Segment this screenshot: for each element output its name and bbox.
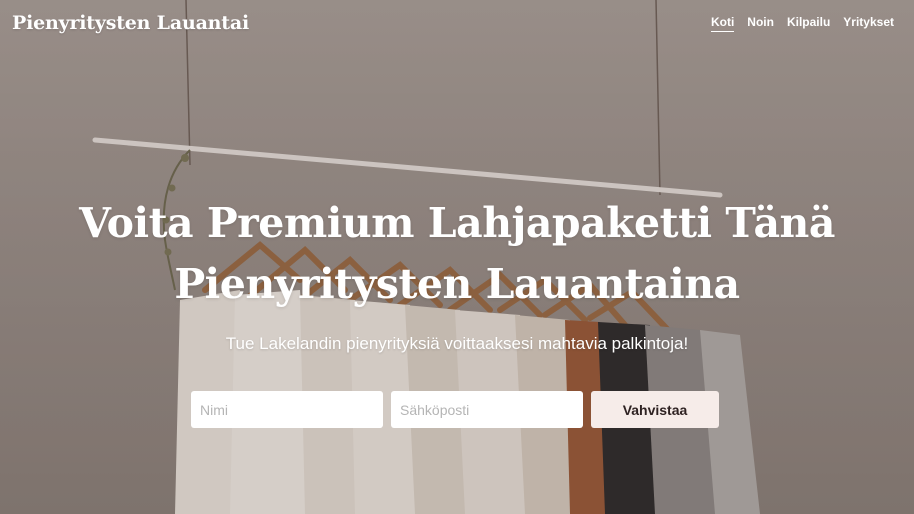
hero-headline-line2: Pienyritysten Lauantaina — [174, 260, 740, 308]
submit-button[interactable]: Vahvistaa — [591, 391, 719, 428]
hero-headline: Voita Premium Lahjapaketti Tänä Pienyrit… — [0, 193, 914, 315]
signup-form: Vahvistaa — [191, 391, 719, 428]
name-field[interactable] — [191, 391, 383, 428]
hero-headline-line1: Voita Premium Lahjapaketti Tänä — [79, 199, 835, 247]
main-nav: Koti Noin Kilpailu Yritykset — [710, 15, 894, 32]
nav-item-noin[interactable]: Noin — [747, 15, 774, 32]
nav-item-kilpailu[interactable]: Kilpailu — [787, 15, 830, 32]
nav-item-koti[interactable]: Koti — [710, 15, 735, 32]
hero-subline: Tue Lakelandin pienyrityksiä voittaakses… — [225, 334, 689, 353]
site-logo-title[interactable]: Pienyritysten Lauantai — [12, 12, 249, 34]
email-field[interactable] — [391, 391, 583, 428]
nav-item-yritykset[interactable]: Yritykset — [843, 15, 894, 32]
